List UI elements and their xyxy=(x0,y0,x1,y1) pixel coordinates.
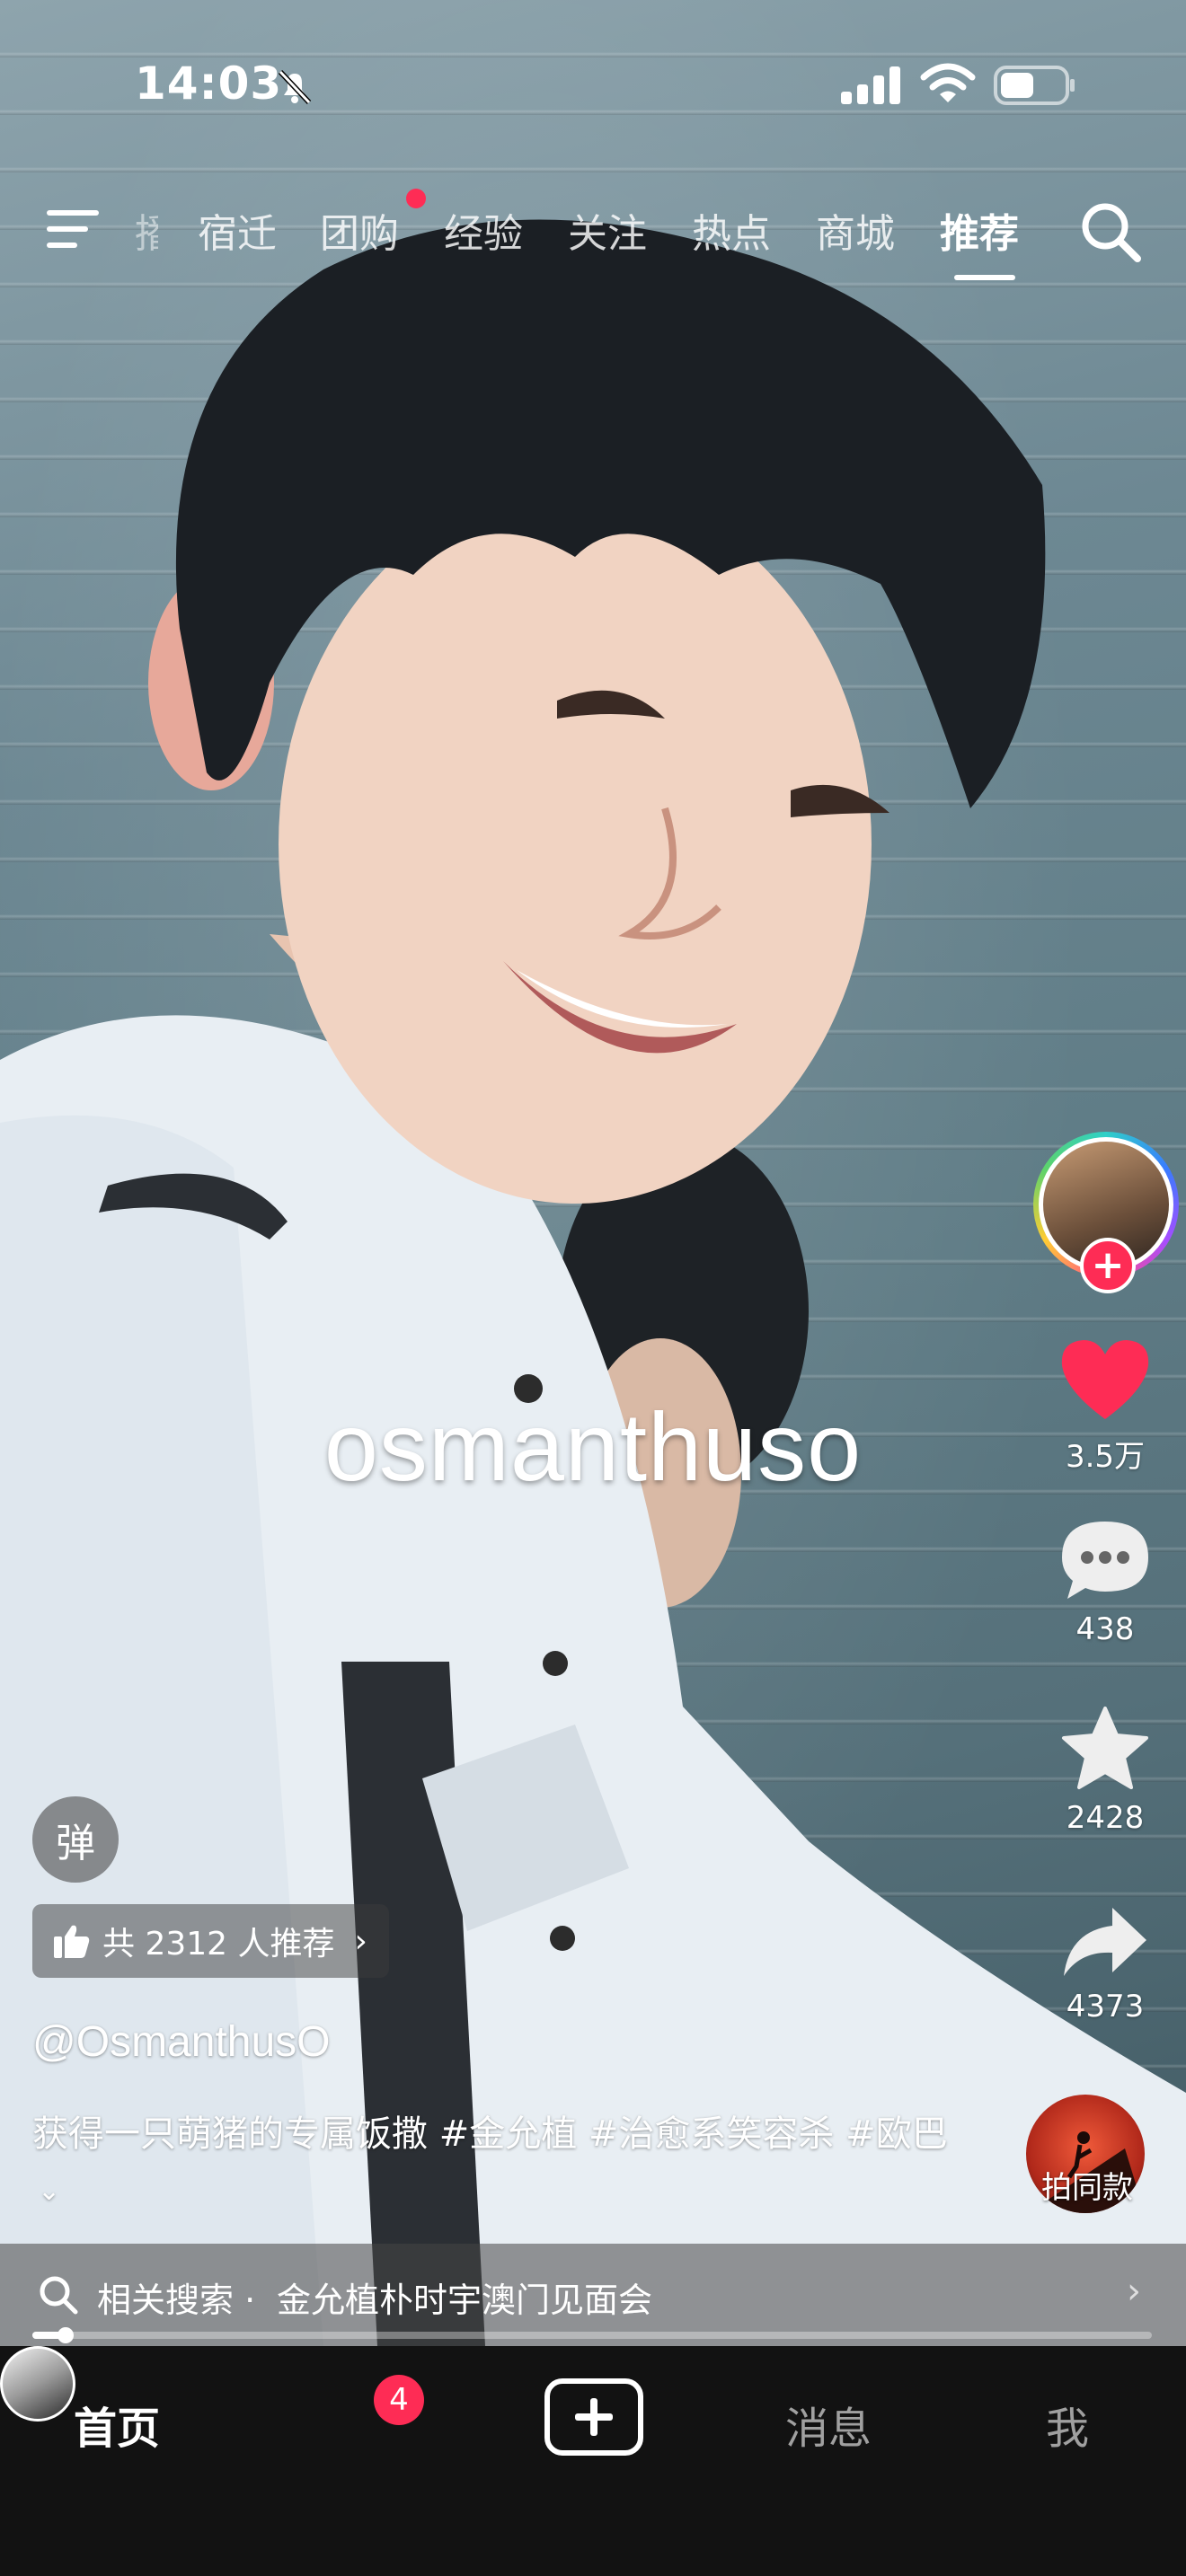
tab-experience[interactable]: 经验 xyxy=(444,201,523,259)
heart-icon xyxy=(1061,1340,1149,1419)
tab-mall[interactable]: 商城 xyxy=(816,201,895,259)
recommend-pill[interactable]: 共 2312 人推荐 › xyxy=(32,1904,389,1978)
create-button[interactable] xyxy=(544,2378,643,2456)
bell-off-icon xyxy=(278,69,312,105)
search-icon[interactable] xyxy=(1080,201,1143,264)
video-caption[interactable]: 获得一只萌猪的专属饭撒 #金允植 #治愈系笑容杀 #欧巴 ⌄ xyxy=(32,2107,967,2219)
tab-friends-avatar[interactable] xyxy=(0,2346,75,2422)
menu-icon[interactable] xyxy=(47,205,102,253)
related-search-icon xyxy=(40,2276,78,2315)
danmaku-toggle-button[interactable]: 弹 xyxy=(32,1796,119,1883)
share-arrow-icon xyxy=(1064,1908,1146,1976)
favorite-button[interactable]: 2428 xyxy=(1024,1705,1186,1836)
favorite-count: 2428 xyxy=(1066,1800,1145,1836)
tab-group-buy[interactable]: 团购 xyxy=(320,201,399,259)
thumbs-up-icon xyxy=(54,1925,90,1958)
group-buy-notification-dot xyxy=(406,189,426,208)
tab-messages[interactable]: 消息 xyxy=(785,2393,872,2456)
share-count: 4373 xyxy=(1066,1989,1145,2025)
video-overlay-text: osmanthuso xyxy=(323,1392,863,1501)
expand-caption-chevron-icon[interactable]: ⌄ xyxy=(38,2175,60,2207)
tab-suqian[interactable]: 宿迁 xyxy=(198,201,277,259)
comment-count: 438 xyxy=(1075,1611,1135,1647)
tab-trending[interactable]: 热点 xyxy=(692,201,771,259)
friends-badge: 4 xyxy=(374,2375,424,2425)
recommend-text: 共 2312 人推荐 xyxy=(102,1926,335,1963)
tab-home[interactable]: 首页 xyxy=(74,2393,160,2456)
status-bar: 14:03 xyxy=(0,0,1186,171)
related-search-separator: · xyxy=(244,2280,256,2320)
follow-button[interactable]: + xyxy=(1080,1238,1136,1293)
same-style-label: 拍同款 xyxy=(1041,2170,1133,2206)
video-player[interactable] xyxy=(0,0,1186,2346)
author-name[interactable]: @OsmanthusO xyxy=(32,2017,331,2067)
bottom-tab-bar: 首页 4 消息 我 xyxy=(0,2346,1186,2576)
top-nav: 播 宿迁 团购 经验 关注 热点 商城 推荐 xyxy=(0,189,1186,287)
related-search-label-text: 相关搜索 xyxy=(97,2280,235,2320)
battery-icon xyxy=(994,66,1075,105)
share-button[interactable]: 4373 xyxy=(1024,1904,1186,2025)
related-search-query: 金允植朴时宇澳门见面会 xyxy=(277,2280,653,2320)
comment-button[interactable]: 438 xyxy=(1024,1516,1186,1647)
plus-icon xyxy=(575,2398,613,2436)
chevron-right-icon: › xyxy=(354,1922,367,1960)
tab-recommended[interactable]: 推荐 xyxy=(940,201,1019,259)
tab-following[interactable]: 关注 xyxy=(568,201,647,259)
tab-partial-live[interactable]: 播 xyxy=(135,201,158,259)
like-count: 3.5万 xyxy=(1065,1439,1146,1475)
tab-me[interactable]: 我 xyxy=(1046,2393,1089,2456)
star-icon xyxy=(1062,1707,1148,1789)
active-tab-indicator xyxy=(954,275,1015,280)
video-frame-illustration xyxy=(0,219,1186,2346)
caption-text: 获得一只萌猪的专属饭撒 #金允植 #治愈系笑容杀 #欧巴 xyxy=(32,2113,948,2155)
related-search-label: 相关搜索 · xyxy=(97,2272,255,2322)
status-time: 14:03 xyxy=(135,57,283,110)
wifi-icon xyxy=(920,63,976,102)
signal-icon xyxy=(841,66,900,104)
chevron-right-icon: › xyxy=(1127,2271,1141,2312)
comment-icon xyxy=(1062,1522,1148,1599)
like-button[interactable]: 3.5万 xyxy=(1024,1337,1186,1476)
video-progress-bar[interactable] xyxy=(32,2327,1152,2343)
